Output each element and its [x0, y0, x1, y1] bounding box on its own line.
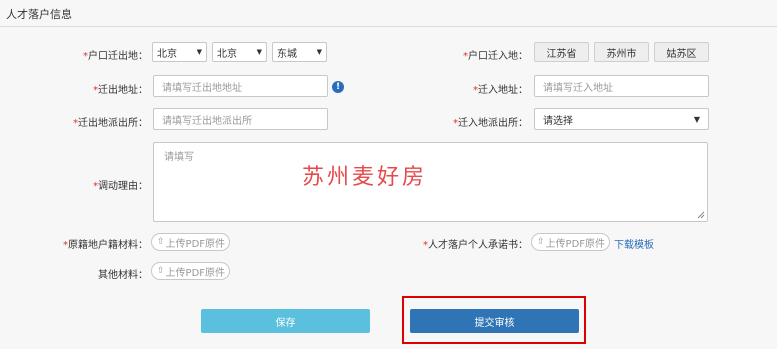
origin-district-select[interactable]: 东城 ▼	[272, 42, 327, 62]
reason-placeholder: 请填写	[164, 152, 194, 163]
section-title: 人才落户信息	[6, 8, 72, 21]
watermark: 苏州麦好房	[302, 165, 428, 190]
in-address-input[interactable]: 请填写迁入地址	[534, 75, 709, 97]
reason-label: *调动理由：	[93, 181, 148, 192]
dest-city-chip: 苏州市	[594, 42, 649, 62]
info-icon[interactable]: !	[332, 81, 344, 93]
out-address-label: *迁出地址：	[93, 85, 148, 96]
resize-handle-icon[interactable]	[697, 211, 705, 219]
out-address-input[interactable]: 请填写迁出地地址	[153, 75, 328, 97]
submit-review-button[interactable]: 提交审核	[410, 309, 579, 333]
chevron-down-icon: ▼	[196, 48, 202, 56]
dest-label: *户口迁入地：	[463, 51, 528, 62]
origin-city-select[interactable]: 北京 ▼	[212, 42, 267, 62]
out-police-label: *迁出地派出所：	[73, 118, 148, 129]
chevron-down-icon: ▼	[256, 48, 262, 56]
save-button[interactable]: 保存	[201, 309, 370, 333]
chevron-down-icon: ▼	[316, 48, 322, 56]
original-docs-label: *原籍地户籍材料：	[63, 240, 148, 251]
original-docs-upload-button[interactable]: ⇧ 上传PDF原件	[151, 233, 230, 251]
origin-label: *户口迁出地：	[83, 51, 148, 62]
upload-icon: ⇧	[157, 237, 165, 247]
in-police-label: *迁入地派出所：	[453, 118, 528, 129]
download-template-link[interactable]: 下载模板	[614, 236, 654, 251]
chevron-down-icon: ▼	[693, 114, 700, 124]
commitment-label: *人才落户个人承诺书：	[423, 240, 528, 251]
other-docs-label: 其他材料：	[98, 270, 148, 281]
in-police-select[interactable]: 请选择 ▼	[534, 108, 709, 130]
out-police-input[interactable]: 请填写迁出地派出所	[153, 108, 328, 130]
upload-icon: ⇧	[537, 237, 545, 247]
dest-province-chip: 江苏省	[534, 42, 589, 62]
origin-province-select[interactable]: 北京 ▼	[152, 42, 207, 62]
in-address-label: *迁入地址：	[473, 85, 528, 96]
divider	[0, 26, 777, 27]
commitment-upload-button[interactable]: ⇧ 上传PDF原件	[531, 233, 610, 251]
dest-district-chip: 姑苏区	[654, 42, 709, 62]
reason-textarea[interactable]: 请填写	[153, 142, 708, 222]
upload-icon: ⇧	[157, 266, 165, 276]
other-docs-upload-button[interactable]: ⇧ 上传PDF原件	[151, 262, 230, 280]
